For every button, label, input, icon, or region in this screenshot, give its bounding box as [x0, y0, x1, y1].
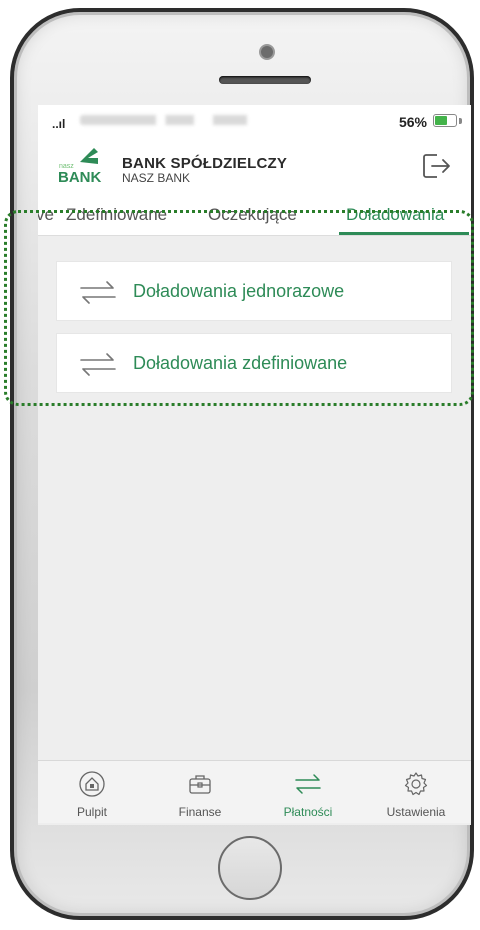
tab-partial[interactable]: ve: [38, 205, 54, 225]
logout-icon[interactable]: [421, 151, 453, 181]
tab-oczekujace[interactable]: Oczekujące: [208, 205, 297, 225]
bottom-navigation: Pulpit Finanse Płatności Ustawienia: [38, 760, 471, 823]
nav-platnosci[interactable]: Płatności: [254, 761, 362, 823]
payments-tabs: ve Zdefiniowane Oczekujące Doładowania: [38, 193, 471, 236]
bank-subtitle: NASZ BANK: [122, 171, 191, 185]
app-header: nasz BANK BANK SPÓŁDZIELCZY NASZ BANK: [38, 143, 471, 193]
signal-icon: ..ıl: [52, 117, 66, 131]
bank-name: BANK SPÓŁDZIELCZY: [122, 155, 288, 172]
nav-label: Finanse: [178, 805, 222, 819]
list-item-label: Doładowania jednorazowe: [133, 281, 345, 301]
carrier-info-blurred: [80, 115, 270, 125]
app-screen: ..ıl 56% nasz BANK BANK SPÓŁDZIELCZY NAS…: [38, 105, 471, 825]
nav-label: Płatności: [283, 805, 333, 819]
battery-nub: [459, 118, 462, 124]
tab-zdefiniowane[interactable]: Zdefiniowane: [66, 205, 167, 225]
active-tab-indicator: [339, 232, 469, 235]
nav-finanse[interactable]: Finanse: [146, 761, 254, 823]
briefcase-icon: [189, 775, 211, 794]
list-item-label: Doładowania zdefiniowane: [133, 353, 348, 373]
transfer-arrows-icon: [80, 281, 116, 304]
nav-label: Ustawienia: [386, 805, 446, 819]
nav-ustawienia[interactable]: Ustawienia: [362, 761, 470, 823]
list-item-doladowania-zdefiniowane[interactable]: Doładowania zdefiniowane: [56, 333, 452, 393]
home-icon: [79, 771, 105, 797]
nav-pulpit[interactable]: Pulpit: [38, 761, 146, 823]
transfer-arrows-icon: [295, 774, 321, 794]
battery-percent: 56%: [398, 114, 427, 130]
topup-options-list: Doładowania jednorazowe Doładowania zdef…: [56, 261, 452, 405]
gear-icon: [404, 772, 428, 796]
tab-doladowania[interactable]: Doładowania: [346, 205, 444, 225]
logo-text: BANK: [58, 169, 101, 186]
camera-icon: [259, 44, 275, 60]
transfer-arrows-icon: [80, 353, 116, 376]
nav-label: Pulpit: [76, 805, 108, 819]
home-button[interactable]: [218, 836, 282, 900]
battery-icon: [433, 114, 457, 127]
speaker-grille: [219, 76, 311, 84]
bank-logo-icon: nasz BANK: [58, 148, 101, 186]
status-bar: ..ıl 56%: [38, 105, 471, 143]
list-item-doladowania-jednorazowe[interactable]: Doładowania jednorazowe: [56, 261, 452, 321]
